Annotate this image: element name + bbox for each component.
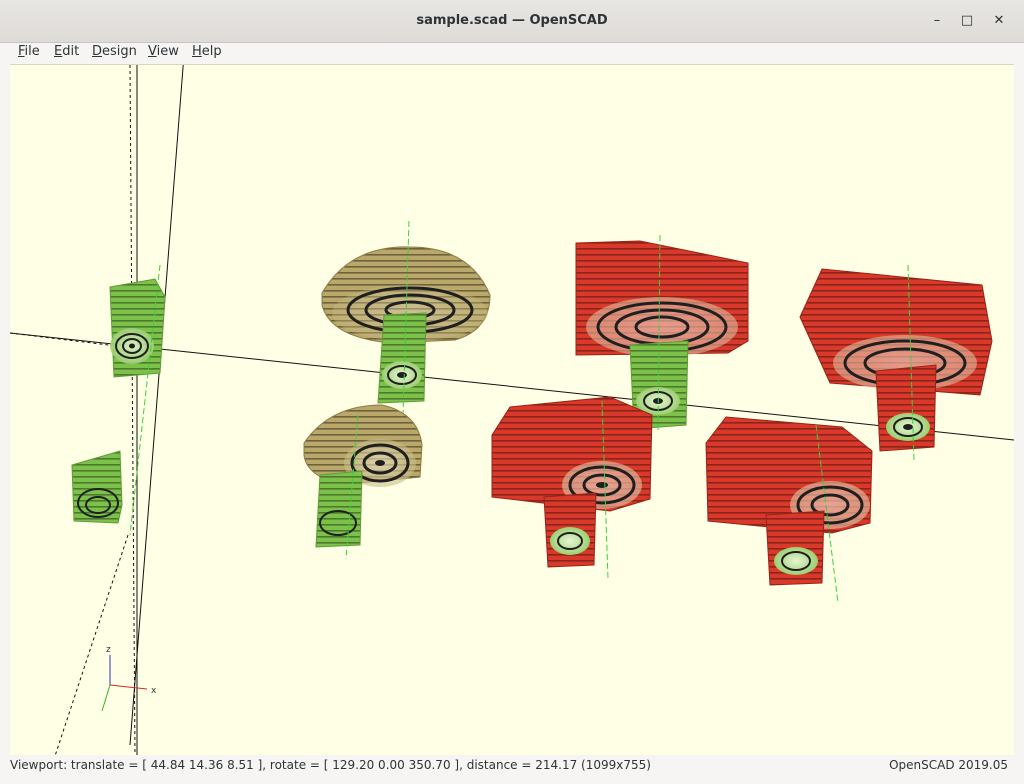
viewport-info: Viewport: translate = [ 44.84 14.36 8.51… [10, 758, 651, 772]
gizmo-x-label: x [151, 686, 157, 696]
red-mushroom-lower-right [705, 416, 873, 604]
status-bar: Viewport: translate = [ 44.84 14.36 8.51… [0, 755, 1024, 784]
menu-design[interactable]: Design [92, 44, 137, 59]
menu-view[interactable]: View [148, 44, 179, 59]
tan-mushroom-upper [321, 220, 491, 416]
minimize-icon[interactable]: – [926, 10, 948, 32]
green-object-lower [71, 450, 123, 524]
version-label: OpenSCAD 2019.05 [889, 758, 1008, 772]
render-canvas[interactable]: z x [10, 65, 1014, 756]
menu-edit[interactable]: Edit [54, 44, 79, 59]
menu-file[interactable]: File [18, 44, 40, 59]
tan-mushroom-lower [303, 404, 423, 560]
title-bar[interactable]: sample.scad — OpenSCAD – □ ✕ [0, 0, 1024, 43]
window-title: sample.scad — OpenSCAD [416, 13, 608, 28]
3d-viewport[interactable]: z x [10, 64, 1014, 756]
axis-gizmo: z x [101, 645, 157, 712]
red-mushroom-lower-middle [491, 396, 653, 580]
menu-bar: File Edit Design View Help [0, 43, 1024, 63]
gizmo-z-label: z [106, 645, 111, 655]
close-icon[interactable]: ✕ [988, 10, 1010, 32]
menu-help[interactable]: Help [192, 44, 222, 59]
app-window: sample.scad — OpenSCAD – □ ✕ File Edit D… [0, 0, 1024, 784]
maximize-icon[interactable]: □ [956, 10, 978, 32]
